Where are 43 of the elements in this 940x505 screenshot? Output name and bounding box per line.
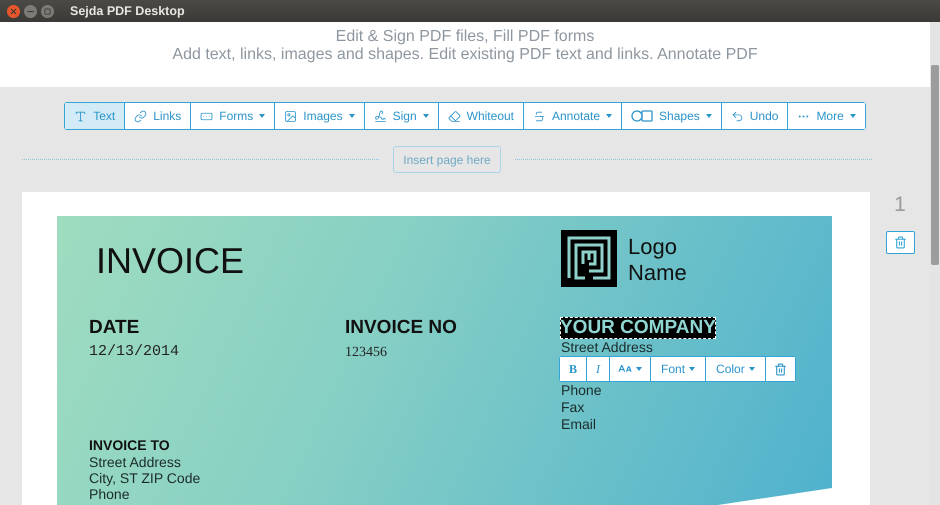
undo-icon (730, 110, 744, 122)
invoice-no-value: 123456 (345, 345, 387, 361)
shapes-icon (631, 110, 654, 122)
company-line: Phone (561, 382, 602, 399)
maximize-icon (44, 8, 51, 14)
minimize-button[interactable] (24, 4, 37, 18)
company-name[interactable]: YOUR COMPANY (560, 317, 716, 339)
invoice-to-line: Phone (89, 486, 130, 502)
close-button[interactable] (7, 4, 20, 18)
header-text: Add text, links, images and shapes. Edit existing PDF text and links. Annotate PDF (172, 46, 758, 64)
company-line: Street Address (561, 339, 653, 356)
link-icon (134, 110, 148, 122)
strikethrough-icon (533, 110, 546, 122)
toolbar-button[interactable]: Text (65, 103, 124, 129)
image-icon (284, 110, 298, 122)
invoice-to-line: City, ST ZIP Code (89, 470, 200, 486)
invoice-title: INVOICE (95, 239, 246, 283)
text-icon (74, 110, 88, 122)
date-value: 12/13/2014 (89, 343, 180, 360)
caret-icon (689, 367, 696, 371)
maximize-button[interactable] (41, 4, 54, 18)
date-heading: DATE (89, 317, 140, 339)
delete-page-button[interactable] (886, 231, 914, 254)
page-number: 1 (894, 193, 906, 217)
invoice-no-heading: INVOICE NO (345, 317, 457, 339)
company-line: Email (561, 416, 596, 433)
maze-logo-icon (561, 230, 617, 287)
invoice-to-heading: INVOICE TO (89, 437, 170, 454)
signature-icon (374, 110, 387, 122)
toolbar-button[interactable]: More (787, 103, 865, 129)
eraser-icon (448, 110, 461, 122)
delete-button[interactable] (764, 357, 795, 381)
caret-icon (748, 367, 755, 371)
invoice-to-line: Street Address (89, 454, 181, 470)
header-text: Edit & Sign PDF files, Fill PDF forms (336, 28, 594, 46)
caret-icon (636, 367, 642, 371)
trash-icon (774, 362, 787, 376)
logo-name: Logo Name (628, 234, 687, 286)
window-title: Sejda PDF Desktop (70, 4, 185, 18)
trash-icon (894, 236, 906, 249)
insert-page-button[interactable]: Insert page here (393, 146, 501, 173)
close-icon (9, 6, 18, 16)
company-line: Fax (561, 399, 584, 416)
